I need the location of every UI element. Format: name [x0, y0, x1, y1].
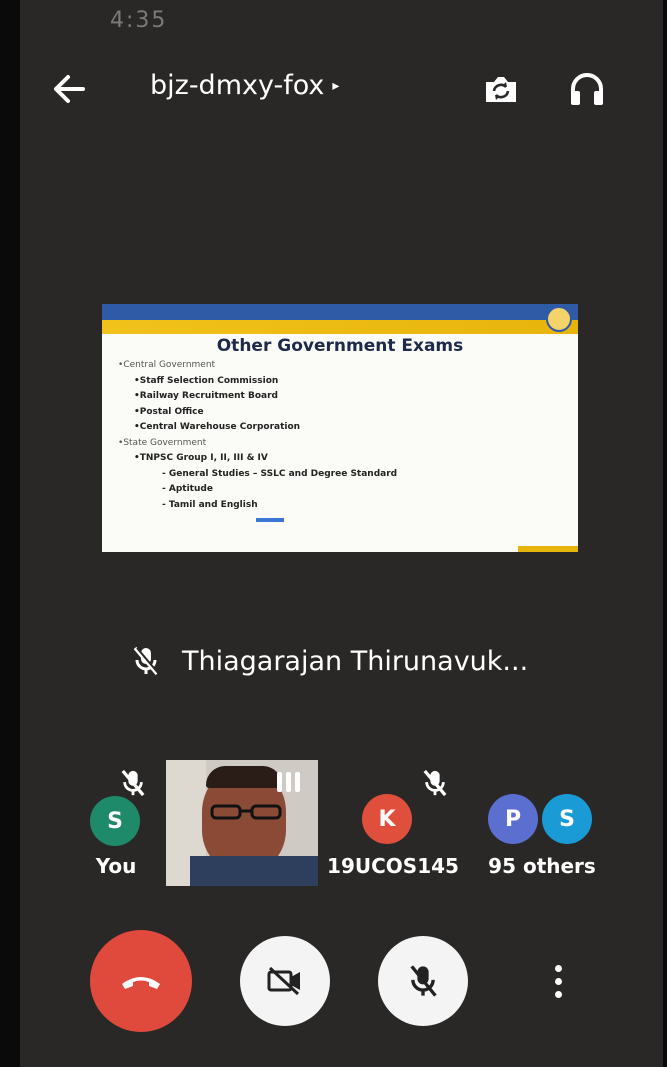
slide-bullet-item: Railway Recruitment Board: [118, 389, 568, 405]
presenter-label: Thiagarajan Thirunavuk...: [132, 645, 528, 677]
slide-bullet-item: Staff Selection Commission: [118, 374, 568, 390]
slide-bullet-item: Postal Office: [118, 405, 568, 421]
back-button[interactable]: [44, 64, 94, 114]
slide-title: Other Government Exams: [216, 336, 464, 356]
mic-off-icon: [133, 646, 160, 676]
slide-header-bar: [102, 304, 578, 320]
device-edge-left: [0, 0, 20, 1067]
participant-tile-others[interactable]: P S 95 others: [468, 760, 616, 890]
slide-bullet-item: General Studies – SSLC and Degree Standa…: [118, 467, 568, 483]
participant-video-tile[interactable]: [166, 760, 318, 886]
shared-presentation: Other Government Exams Central Governmen…: [102, 304, 578, 552]
avatar-initial: S: [107, 808, 123, 834]
slide-accent-bar: [102, 320, 578, 334]
participant-tile-you[interactable]: S You: [66, 760, 166, 890]
glasses-shape: [210, 804, 282, 820]
slide-bullet-item: Tamil and English: [118, 498, 568, 514]
mic-off-icon: [423, 769, 447, 797]
slide-logo-icon: [546, 306, 572, 332]
slide-bullet-item: Aptitude: [118, 482, 568, 498]
mic-off-icon: [121, 769, 145, 797]
slide-bullet-item: Central Warehouse Corporation: [118, 420, 568, 436]
avatar: P: [488, 794, 538, 844]
mic-off-icon: [410, 965, 437, 997]
phone-hangup-icon: [122, 977, 160, 989]
camera-toggle-button[interactable]: [240, 936, 330, 1026]
meeting-code-text: bjz-dmxy-fox: [150, 70, 325, 101]
audio-level-icon: [277, 772, 300, 792]
participant-video-shirt: [190, 856, 318, 886]
participant-tile-19ucos145[interactable]: K 19UCOS145: [318, 760, 468, 890]
meeting-code[interactable]: bjz-dmxy-fox ▸: [150, 70, 339, 101]
slide-pointer-mark: [256, 518, 284, 522]
caret-right-icon: ▸: [332, 77, 340, 94]
avatar-initial: S: [559, 806, 575, 832]
more-options-button[interactable]: [536, 936, 580, 1026]
mic-toggle-button[interactable]: [378, 936, 468, 1026]
avatar: K: [362, 794, 412, 844]
avatar-initial: K: [378, 806, 396, 832]
switch-camera-icon: [486, 77, 516, 102]
end-call-button[interactable]: [90, 930, 192, 1032]
participant-label: 19UCOS145: [327, 854, 459, 878]
arrow-left-icon: [54, 75, 85, 103]
more-vert-icon: [554, 962, 562, 1001]
slide-bullet-item: TNPSC Group I, II, III & IV: [118, 451, 568, 467]
avatar-initial: P: [504, 806, 522, 832]
camera-off-icon: [267, 966, 300, 996]
device-edge-right: [663, 0, 667, 1067]
headphones-icon: [571, 73, 603, 105]
participant-label: You: [95, 854, 137, 878]
avatar: S: [542, 794, 592, 844]
presenter-name: Thiagarajan Thirunavuk...: [182, 645, 529, 677]
slide-bullet-item: Central Government: [118, 358, 568, 374]
slide-bullet-list: Central GovernmentStaff Selection Commis…: [118, 358, 568, 513]
avatar: S: [90, 796, 140, 846]
participant-label: 95 others: [488, 854, 596, 878]
switch-camera-button[interactable]: [476, 64, 526, 114]
participant-video-hair: [206, 766, 282, 788]
slide-bullet-item: State Government: [118, 436, 568, 452]
status-bar-time: 4:35: [110, 8, 168, 33]
slide-footer-bar: [518, 546, 578, 552]
audio-output-button[interactable]: [562, 64, 612, 114]
